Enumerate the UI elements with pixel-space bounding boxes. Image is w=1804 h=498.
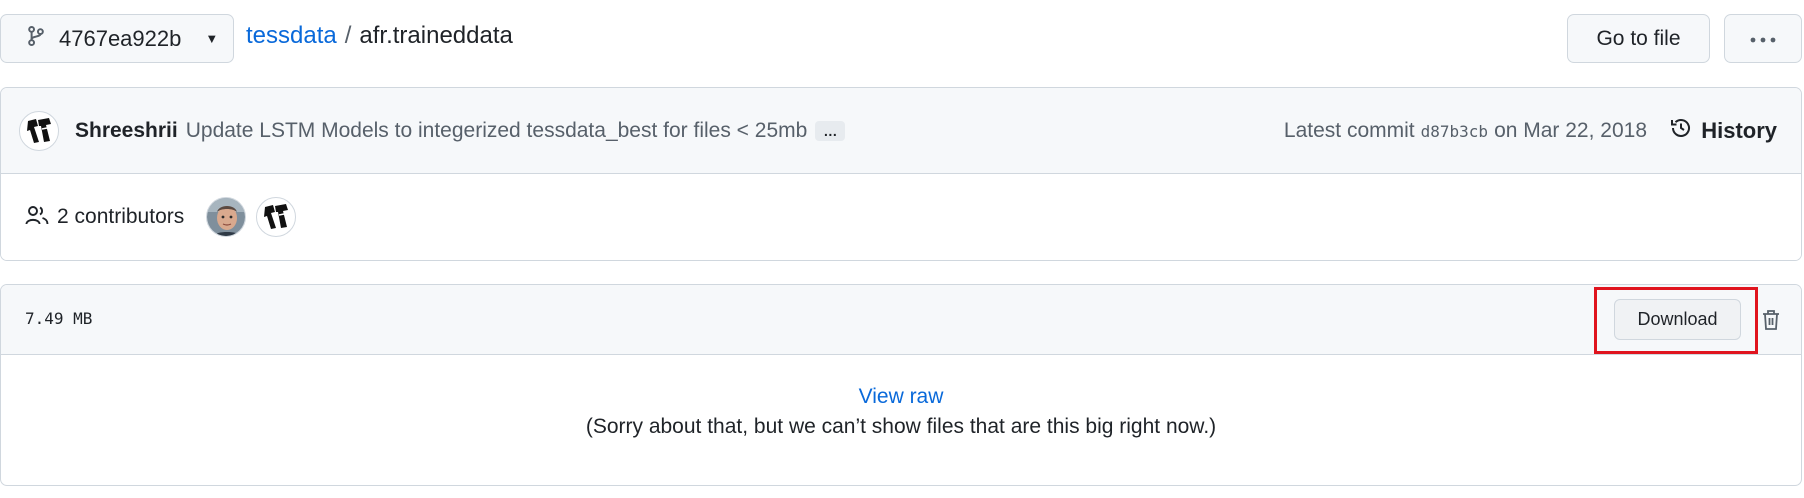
more-options-button[interactable] [1724, 14, 1802, 63]
contributor-avatar[interactable] [256, 197, 297, 237]
contributors-label: contributors [74, 205, 185, 228]
go-to-file-button[interactable]: Go to file [1567, 14, 1710, 63]
commit-box: Shreeshrii Update LSTM Models to integer… [0, 87, 1802, 261]
contributor-avatar[interactable] [206, 197, 247, 237]
author-avatar[interactable] [19, 110, 59, 151]
contributor-avatars [206, 197, 297, 237]
file-content-box: 7.49 MB Download View raw (Sorry about t… [0, 284, 1802, 486]
view-raw-link[interactable]: View raw [1, 385, 1801, 409]
commit-sha-link[interactable]: d87b3cb [1421, 122, 1488, 141]
latest-commit-row: Shreeshrii Update LSTM Models to integer… [1, 88, 1801, 174]
download-button[interactable]: Download [1614, 299, 1741, 340]
people-icon [25, 204, 49, 231]
branch-name: 4767ea922b [59, 25, 182, 51]
commit-author[interactable]: Shreeshrii [75, 119, 178, 143]
latest-commit-label: Latest commit [1283, 119, 1415, 142]
branch-selector-button[interactable]: 4767ea922b ▼ [0, 14, 234, 63]
contributors-link[interactable]: 2 contributors [57, 205, 184, 229]
kebab-horizontal-icon [1750, 30, 1776, 48]
history-label: History [1701, 118, 1777, 143]
breadcrumb-separator: / [344, 22, 352, 49]
breadcrumb-file-name: afr.traineddata [359, 22, 513, 49]
breadcrumb-repo-link[interactable]: tessdata [246, 22, 337, 50]
file-header: 7.49 MB Download [1, 285, 1801, 355]
commit-date: on Mar 22, 2018 [1494, 119, 1647, 142]
latest-commit-info: Latest commit d87b3cb on Mar 22, 2018 [1284, 88, 1647, 174]
commit-message[interactable]: Update LSTM Models to integerized tessda… [186, 119, 808, 143]
history-button[interactable]: History [1669, 88, 1777, 174]
git-branch-icon [27, 25, 45, 53]
file-too-big-message: (Sorry about that, but we can’t show fil… [585, 415, 1217, 438]
file-size: 7.49 MB [25, 309, 93, 328]
trash-icon[interactable] [1757, 305, 1785, 335]
contributors-count: 2 [57, 205, 69, 228]
breadcrumb: tessdata / afr.traineddata [246, 22, 513, 50]
file-body: View raw (Sorry about that, but we can’t… [1, 355, 1801, 439]
contributors-row: 2 contributors [1, 174, 1801, 260]
expand-commit-message-button[interactable]: … [815, 120, 846, 141]
history-icon [1669, 116, 1693, 146]
file-view-page: 4767ea922b ▼ tessdata / afr.traineddata … [0, 0, 1804, 498]
caret-down-icon: ▼ [205, 31, 219, 46]
